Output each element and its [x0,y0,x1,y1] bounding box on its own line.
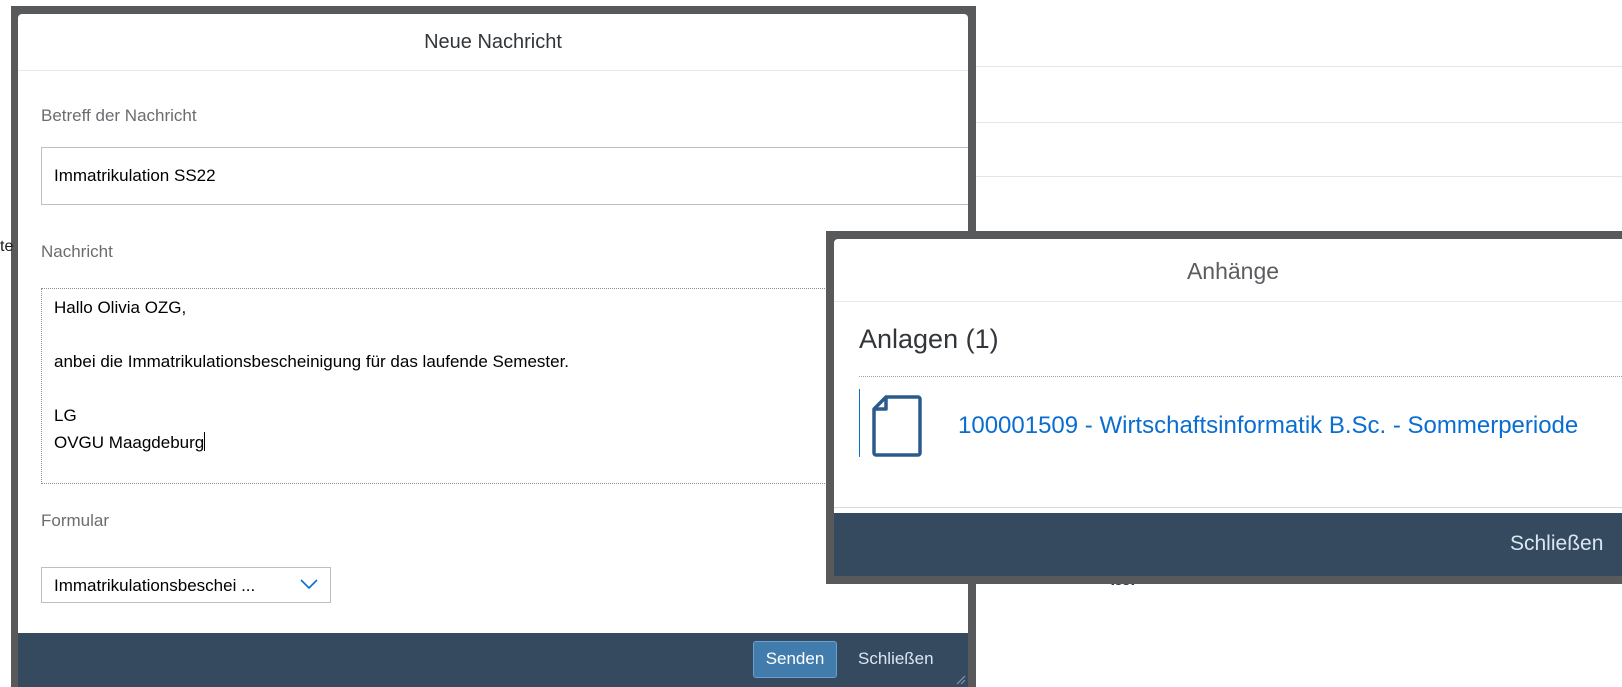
close-button[interactable]: Schließen [852,641,940,678]
subject-input[interactable] [41,147,968,205]
close-button[interactable]: Schließen [1510,532,1603,556]
chevron-down-icon[interactable] [300,578,318,590]
document-icon [872,395,922,457]
subject-label: Betreff der Nachricht [41,106,197,125]
list-item-accent [859,389,860,457]
attachment-list-item[interactable]: 100001509 - Wirtschaftsinformatik B.Sc. … [859,379,1622,471]
form-select-value: Immatrikulationsbeschei ... [54,576,256,595]
background-divider [976,66,1622,67]
text-caret [204,432,206,451]
list-divider [834,507,1622,508]
message-label: Nachricht [41,242,113,261]
send-button[interactable]: Senden [753,641,837,678]
message-line-text: OVGU Maagdeburg [54,433,205,452]
background-fragment: te [0,238,14,255]
attachments-section-title: Anlagen (1) [859,324,999,354]
resize-handle-icon[interactable] [954,673,966,685]
background-divider [976,122,1622,123]
attachment-link[interactable]: 100001509 - Wirtschaftsinformatik B.Sc. … [958,412,1578,440]
dialog-title: Neue Nachricht [424,31,562,53]
dialog-header: Neue Nachricht [18,14,968,71]
form-label: Formular [41,511,110,530]
dialog-footer: Senden Schließen [18,633,968,687]
dialog-title: Anhänge [1186,258,1280,284]
attachments-dialog: Anhänge Anlagen (1) 100001509 - Wirtscha… [834,239,1622,576]
dialog-footer: Schließen [834,513,1622,576]
list-divider [859,376,1622,377]
dialog-header: Anhänge [834,239,1622,302]
form-select[interactable]: Immatrikulationsbeschei ... [41,567,331,603]
background-divider [976,176,1622,177]
